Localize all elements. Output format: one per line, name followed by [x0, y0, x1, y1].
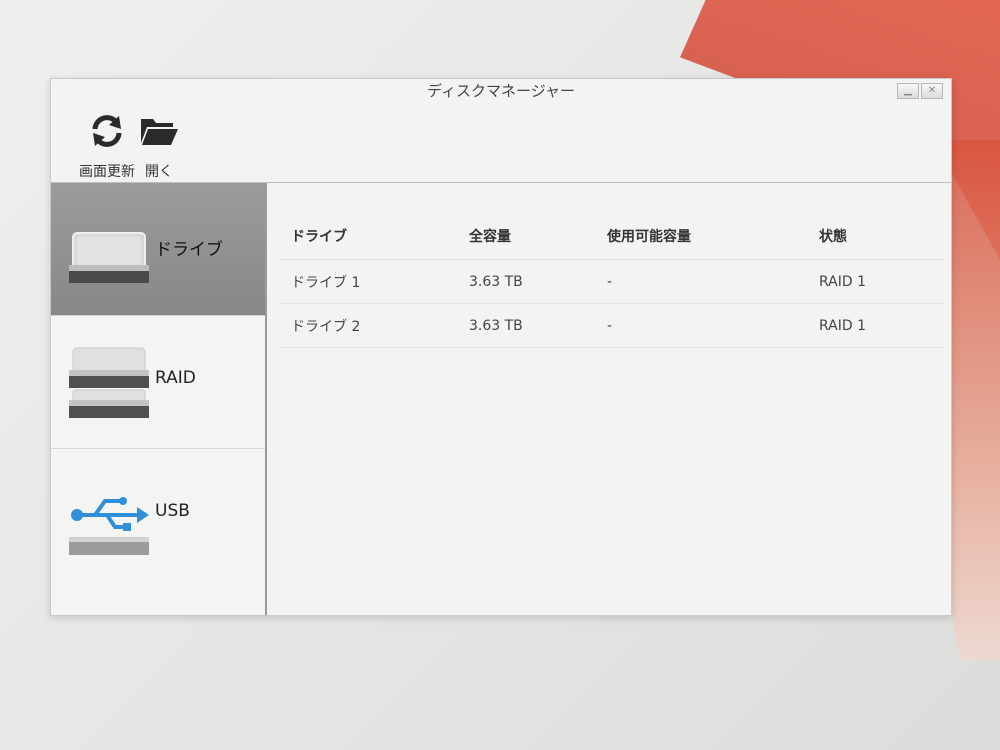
sidebar-item-drive[interactable]: ドライブ: [51, 183, 265, 316]
sidebar-item-usb[interactable]: USB: [51, 449, 265, 581]
column-header-available[interactable]: 使用可能容量: [595, 213, 807, 260]
cell-capacity: 3.63 TB: [457, 259, 595, 304]
column-header-capacity[interactable]: 全容量: [457, 213, 595, 260]
usb-icon: [67, 489, 151, 563]
cell-status: RAID 1: [807, 303, 945, 348]
refresh-icon: [77, 111, 137, 151]
column-header-status[interactable]: 状態: [807, 213, 945, 260]
disk-manager-window: ディスクマネージャー ▁ ✕ 画面更新 開く ドライブ RAID USB ドライ…: [50, 78, 952, 616]
hard-drive-icon: [67, 219, 151, 293]
cell-available: -: [595, 259, 807, 304]
raid-array-icon: [67, 340, 151, 430]
sidebar-item-label: ドライブ: [155, 240, 223, 260]
close-button[interactable]: ✕: [921, 83, 943, 99]
cell-drive: ドライブ 1: [279, 259, 457, 304]
open-label: 開く: [145, 164, 173, 180]
drive-list-panel: ドライブ 全容量 使用可能容量 状態 ドライブ 1 3.63 TB - RAID…: [267, 183, 951, 615]
cell-capacity: 3.63 TB: [457, 303, 595, 348]
cell-status: RAID 1: [807, 259, 945, 304]
folder-open-icon: [137, 111, 181, 151]
table-row[interactable]: ドライブ 2 3.63 TB - RAID 1: [279, 303, 945, 348]
window-title: ディスクマネージャー: [427, 82, 575, 100]
sidebar-item-label: RAID: [155, 368, 196, 388]
sidebar-item-label: USB: [155, 501, 190, 521]
cell-drive: ドライブ 2: [279, 303, 457, 348]
open-button[interactable]: 開く: [137, 111, 181, 181]
drive-table: ドライブ 全容量 使用可能容量 状態 ドライブ 1 3.63 TB - RAID…: [279, 213, 945, 348]
refresh-button[interactable]: 画面更新: [77, 111, 137, 181]
column-header-drive[interactable]: ドライブ: [279, 213, 457, 260]
cell-available: -: [595, 303, 807, 348]
sidebar: ドライブ RAID USB: [51, 183, 267, 615]
refresh-label: 画面更新: [79, 164, 135, 180]
toolbar: 画面更新 開く: [51, 105, 951, 183]
minimize-button[interactable]: ▁: [897, 83, 919, 99]
sidebar-item-raid[interactable]: RAID: [51, 316, 265, 449]
table-row[interactable]: ドライブ 1 3.63 TB - RAID 1: [279, 259, 945, 304]
table-header-row: ドライブ 全容量 使用可能容量 状態: [279, 213, 945, 260]
